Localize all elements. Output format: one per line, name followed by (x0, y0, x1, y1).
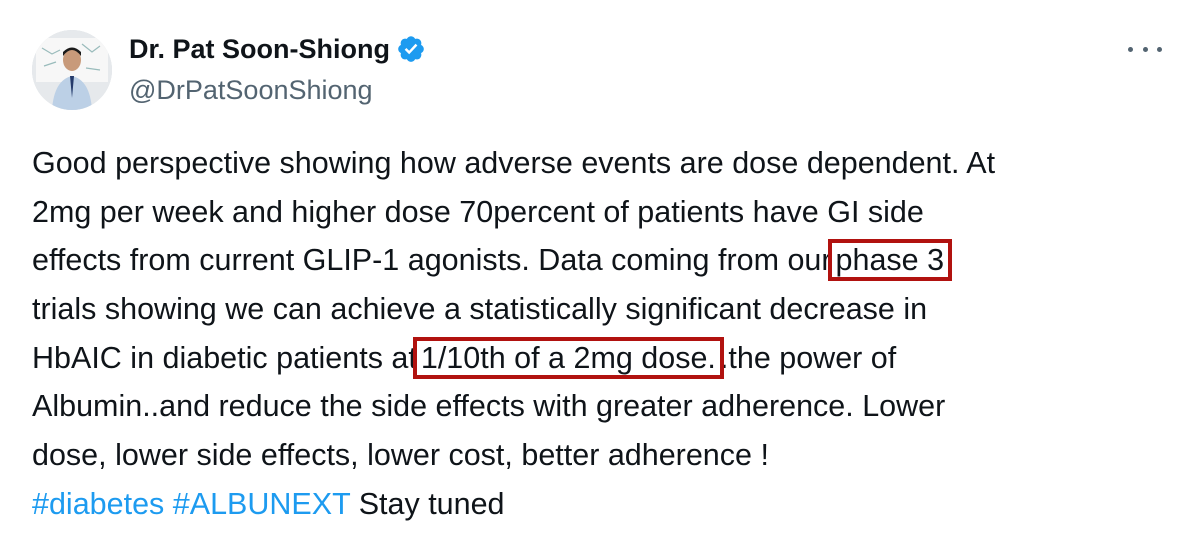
hashtag-link[interactable]: #ALBUNEXT (173, 487, 350, 521)
tweet-line: dose, lower side effects, lower cost, be… (32, 431, 1172, 480)
tweet-trailing-text: Stay tuned (358, 486, 505, 521)
highlight-box-phase-3: phase 3 (827, 239, 953, 282)
profile-photo (32, 30, 112, 110)
tweet-line-text: HbAIC in diabetic patients at (32, 340, 417, 375)
more-dot-icon (1157, 46, 1162, 52)
tweet-line: #diabetes #ALBUNEXT Stay tuned (32, 480, 1172, 529)
tweet-line-text: Albumin..and reduce the side effects wit… (32, 389, 946, 424)
tweet-line-text: dose, lower side effects, lower cost, be… (32, 438, 769, 473)
tweet-line: Good perspective showing how adverse eve… (32, 139, 1172, 188)
more-dot-icon (1142, 46, 1148, 52)
author-name-row: Dr. Pat Soon-Shiong (129, 32, 426, 66)
tweet-text: Good perspective showing how adverse eve… (32, 139, 1172, 529)
hashtag-link[interactable]: #diabetes (32, 487, 164, 521)
tweet-line: HbAIC in diabetic patients at 1/10th of a… (32, 334, 1172, 383)
tweet-line: Albumin..and reduce the side effects wit… (32, 382, 1172, 431)
tweet-line-text: effects from current GLIP-1 agonists. Da… (32, 243, 832, 278)
tweet-line-text: Good perspective showing how adverse eve… (32, 146, 996, 180)
more-horizontal-icon[interactable] (1128, 34, 1162, 64)
verified-badge-icon[interactable] (396, 34, 426, 64)
avatar[interactable] (32, 30, 112, 110)
more-dot-icon (1128, 46, 1133, 52)
tweet-line-text: 2mg per week and higher dose 70percent o… (32, 194, 924, 229)
tweet-line: trials showing we can achieve a statisti… (32, 285, 1172, 334)
highlight-box-dose: 1/10th of a 2mg dose. (412, 336, 724, 379)
tweet-line: 2mg per week and higher dose 70percent o… (32, 188, 1172, 237)
author-handle[interactable]: @DrPatSoonShiong (129, 73, 373, 107)
tweet-line-text: .the power of (719, 340, 897, 375)
tweet-line: effects from current GLIP-1 agonists. Da… (32, 236, 1172, 285)
tweet-line-text: trials showing we can achieve a statisti… (32, 292, 928, 327)
author-display-name[interactable]: Dr. Pat Soon-Shiong (129, 32, 390, 66)
